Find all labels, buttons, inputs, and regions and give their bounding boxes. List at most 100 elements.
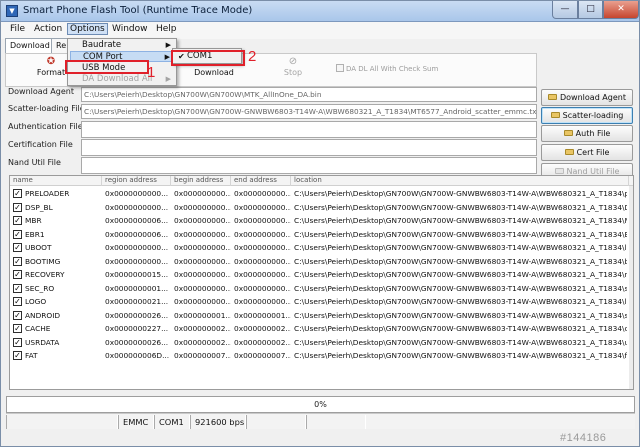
row-checkbox[interactable]: ✓ bbox=[13, 270, 22, 279]
menu-item-baudrate[interactable]: Baudrate ▶ bbox=[70, 40, 174, 51]
cell-location: C:\Users\Peierh\Desktop\GN700W\GN700W-GN… bbox=[294, 216, 627, 225]
table-row[interactable]: ✓ FAT 0x000000006D... 0x000000007... 0x00000… bbox=[10, 349, 633, 363]
download-agent-button[interactable]: Download Agent bbox=[541, 89, 633, 106]
row-checkbox[interactable]: ✓ bbox=[13, 243, 22, 252]
scatter-loading-field[interactable]: C:\Users\Peierh\Desktop\GN700W\GN700W-GN… bbox=[81, 104, 537, 119]
folder-icon bbox=[548, 94, 557, 100]
cell-end-address: 0x000000000... bbox=[234, 189, 291, 198]
close-button[interactable]: ✕ bbox=[603, 1, 639, 19]
status-port: COM1 bbox=[154, 415, 190, 429]
cell-name: FAT bbox=[25, 351, 38, 360]
table-row[interactable]: ✓ RECOVERY 0x0000000015... 0x000000000... 0x… bbox=[10, 268, 633, 282]
scatter-loading-button[interactable]: Scatter-loading bbox=[541, 107, 633, 124]
folder-icon bbox=[550, 112, 560, 118]
status-storage: EMMC bbox=[118, 415, 154, 429]
callout-number-1: 1 bbox=[147, 64, 156, 81]
row-checkbox[interactable]: ✓ bbox=[13, 283, 22, 293]
download-agent-button-label: Download Agent bbox=[560, 93, 626, 102]
stop-label: Stop bbox=[283, 68, 303, 77]
download-label: Download bbox=[194, 68, 234, 77]
partition-table: name region address begin address end ad… bbox=[9, 175, 634, 390]
row-checkbox[interactable]: ✓ bbox=[13, 189, 22, 198]
table-header: name region address begin address end ad… bbox=[10, 176, 633, 186]
title-bar[interactable]: ▼ Smart Phone Flash Tool (Runtime Trace … bbox=[1, 1, 639, 22]
cell-end-address: 0x000000000... bbox=[234, 243, 291, 252]
row-checkbox[interactable]: ✓ bbox=[13, 216, 22, 225]
table-row[interactable]: ✓ BOOTIMG 0x0000000000... 0x000000000... 0x0… bbox=[10, 255, 633, 269]
row-checkbox[interactable]: ✓ bbox=[13, 310, 22, 320]
row-checkbox[interactable]: ✓ bbox=[13, 229, 22, 239]
cell-location: C:\Users\Peierh\Desktop\GN700W\GN700W-GN… bbox=[294, 337, 627, 347]
stop-button[interactable]: ⊘ Stop bbox=[280, 56, 306, 77]
menu-item-baudrate-label: Baudrate bbox=[82, 40, 122, 50]
cell-name: RECOVERY bbox=[25, 270, 65, 279]
cell-name: USRDATA bbox=[25, 337, 60, 347]
cell-end-address: 0x000000000... bbox=[234, 216, 291, 225]
table-row[interactable]: ✓ UBOOT 0x0000000000... 0x000000000... 0x000… bbox=[10, 241, 633, 255]
row-checkbox[interactable]: ✓ bbox=[13, 256, 22, 266]
cell-region-address: 0x0000000001... bbox=[105, 283, 169, 293]
header-name[interactable]: name bbox=[10, 176, 102, 186]
table-row[interactable]: ✓ ANDROID 0x0000000026... 0x000000001... 0x0… bbox=[10, 309, 633, 323]
header-end-address[interactable]: end address bbox=[231, 176, 291, 186]
table-row[interactable]: ✓ CACHE 0x0000000227... 0x000000002... 0x000… bbox=[10, 322, 633, 336]
cell-begin-address: 0x000000000... bbox=[174, 283, 231, 293]
cell-region-address: 0x000000006D... bbox=[105, 351, 170, 360]
progress-label: 0% bbox=[314, 400, 327, 409]
cell-begin-address: 0x000000000... bbox=[174, 216, 231, 225]
cell-location: C:\Users\Peierh\Desktop\GN700W\GN700W-GN… bbox=[294, 243, 627, 252]
header-begin-address[interactable]: begin address bbox=[171, 176, 231, 186]
minimize-button[interactable]: — bbox=[552, 1, 578, 19]
cell-end-address: 0x000000000... bbox=[234, 297, 291, 306]
cell-name: CACHE bbox=[25, 324, 51, 333]
da-checksum-checkbox[interactable]: DA DL All With Check Sum bbox=[336, 64, 438, 73]
table-row[interactable]: ✓ PRELOADER 0x0000000000... 0x000000000... 0… bbox=[10, 187, 633, 201]
cell-end-address: 0x000000007... bbox=[234, 351, 291, 360]
callout-box-usb-mode bbox=[65, 60, 149, 74]
cell-end-address: 0x000000000... bbox=[234, 256, 291, 266]
cell-begin-address: 0x000000001... bbox=[174, 310, 231, 320]
maximize-button[interactable]: □ bbox=[578, 1, 603, 19]
download-agent-field[interactable]: C:\Users\Peierh\Desktop\GN700W\GN700W\MT… bbox=[81, 87, 537, 102]
watermark-text: #144186 bbox=[560, 432, 607, 444]
authentication-field[interactable] bbox=[81, 121, 537, 138]
menu-action[interactable]: Action bbox=[34, 24, 62, 34]
menu-window[interactable]: Window bbox=[112, 24, 148, 34]
cell-location: C:\Users\Peierh\Desktop\GN700W\GN700W-GN… bbox=[294, 189, 627, 198]
cell-name: PRELOADER bbox=[25, 189, 70, 198]
tab-download[interactable]: Download bbox=[5, 38, 55, 54]
authentication-label: Authentication File bbox=[8, 122, 83, 131]
row-checkbox[interactable]: ✓ bbox=[13, 202, 22, 212]
cell-begin-address: 0x000000007... bbox=[174, 351, 231, 360]
table-row[interactable]: ✓ LOGO 0x0000000021... 0x000000000... 0x0000… bbox=[10, 295, 633, 309]
cell-end-address: 0x000000000... bbox=[234, 270, 291, 279]
cell-region-address: 0x0000000021... bbox=[105, 297, 169, 306]
format-button[interactable]: ✪ Format bbox=[36, 56, 66, 77]
table-row[interactable]: ✓ EBR1 0x0000000006... 0x000000000... 0x0000… bbox=[10, 228, 633, 242]
table-row[interactable]: ✓ MBR 0x0000000006... 0x000000000... 0x00000… bbox=[10, 214, 633, 228]
cell-begin-address: 0x000000000... bbox=[174, 229, 231, 239]
table-row[interactable]: ✓ SEC_RO 0x0000000001... 0x000000000... 0x00… bbox=[10, 282, 633, 296]
menu-options[interactable]: Options bbox=[67, 23, 108, 35]
auth-file-button[interactable]: Auth File bbox=[541, 125, 633, 142]
format-label: Format bbox=[36, 68, 66, 77]
progress-bar: 0% bbox=[6, 396, 635, 413]
cell-location: C:\Users\Peierh\Desktop\GN700W\GN700W-GN… bbox=[294, 297, 627, 306]
row-checkbox[interactable]: ✓ bbox=[13, 351, 22, 360]
table-row[interactable]: ✓ USRDATA 0x0000000026... 0x000000002... 0x0… bbox=[10, 336, 633, 350]
menu-help[interactable]: Help bbox=[156, 24, 177, 34]
certification-field[interactable] bbox=[81, 139, 537, 156]
cell-location: C:\Users\Peierh\Desktop\GN700W\GN700W-GN… bbox=[294, 283, 627, 293]
cert-file-button[interactable]: Cert File bbox=[541, 144, 633, 161]
menu-file[interactable]: File bbox=[10, 24, 25, 34]
nand-util-field[interactable] bbox=[81, 157, 537, 174]
header-location[interactable]: location bbox=[291, 176, 629, 186]
header-region-address[interactable]: region address bbox=[102, 176, 171, 186]
cell-end-address: 0x000000000... bbox=[234, 229, 291, 239]
table-row[interactable]: ✓ DSP_BL 0x0000000000... 0x000000000... 0x00… bbox=[10, 201, 633, 215]
row-checkbox[interactable]: ✓ bbox=[13, 337, 22, 347]
row-checkbox[interactable]: ✓ bbox=[13, 297, 22, 306]
row-checkbox[interactable]: ✓ bbox=[13, 324, 22, 333]
table-scrollbar[interactable] bbox=[629, 186, 633, 389]
menu-item-da-download-all[interactable]: DA Download All ▶ bbox=[70, 74, 174, 85]
